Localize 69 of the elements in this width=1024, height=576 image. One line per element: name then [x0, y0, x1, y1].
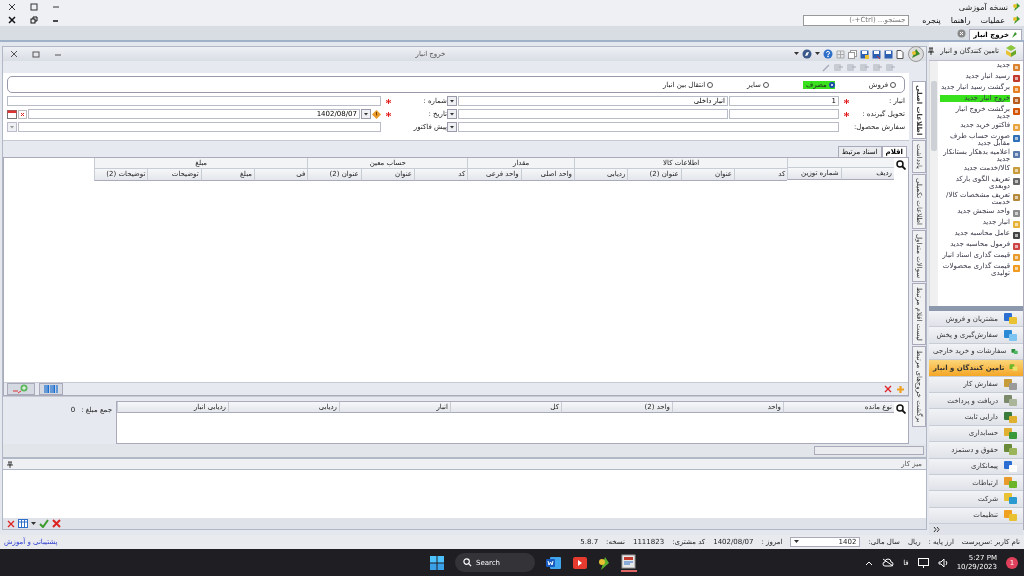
cloud-off-icon[interactable] [882, 558, 895, 567]
search-icon[interactable] [896, 404, 906, 414]
maximize-icon[interactable] [30, 3, 38, 11]
caret-icon[interactable] [794, 540, 800, 544]
caret-icon[interactable] [31, 521, 36, 526]
video-app-icon[interactable] [573, 555, 587, 570]
blocks-icon [1003, 443, 1019, 457]
menu-item[interactable]: پنجره [919, 15, 944, 25]
chevron-up-icon[interactable] [865, 559, 874, 566]
close-icon[interactable] [8, 16, 16, 24]
blocks-icon [1003, 410, 1019, 424]
maximize-icon[interactable] [32, 50, 40, 58]
caret-icon[interactable] [815, 52, 820, 56]
windows-icon[interactable] [430, 555, 444, 570]
blocks-icon [1003, 312, 1019, 326]
monitor-icon[interactable] [917, 557, 929, 568]
search-icon[interactable] [896, 160, 906, 170]
dropdown-button[interactable] [447, 109, 457, 119]
barcode-icon[interactable] [39, 383, 63, 395]
pin-icon[interactable] [928, 47, 935, 55]
save-icon[interactable] [884, 49, 893, 59]
search-icon [463, 558, 472, 567]
check-icon[interactable] [39, 519, 49, 528]
close-icon[interactable] [10, 50, 18, 58]
app-logo-icon [1012, 2, 1021, 12]
help-icon[interactable] [823, 49, 833, 59]
warning-icon [372, 109, 381, 119]
copy-icon[interactable] [848, 49, 857, 59]
scrollbar[interactable] [929, 61, 938, 306]
blocks-icon [1003, 426, 1019, 440]
code-field[interactable] [729, 109, 839, 119]
cancel-icon[interactable] [52, 519, 61, 528]
app-logo-icon [908, 46, 924, 62]
calendar-icon[interactable] [7, 109, 17, 119]
dropdown-button[interactable] [447, 122, 457, 132]
new-document-icon[interactable] [896, 49, 904, 59]
menu-item[interactable]: راهنما [947, 15, 974, 25]
blocks-icon [1003, 508, 1019, 522]
blocks-icon [1003, 394, 1019, 408]
app-window-icon[interactable] [621, 553, 637, 572]
speaker-icon[interactable] [937, 557, 948, 568]
app-title: نسخه آموزشی [958, 2, 1008, 12]
save-icon[interactable] [860, 49, 869, 59]
clear-icon[interactable] [18, 109, 27, 119]
dropdown-button[interactable] [447, 96, 457, 106]
number-field[interactable] [7, 96, 381, 106]
blocks-icon [1003, 328, 1019, 342]
pin-icon[interactable] [7, 460, 13, 468]
scrollbar[interactable] [814, 446, 924, 455]
double-chevron-icon[interactable] [933, 526, 940, 534]
blocks-icon [1003, 459, 1019, 473]
app-logo-icon [1012, 15, 1021, 25]
table-icon[interactable] [18, 519, 28, 528]
restore-icon[interactable] [30, 16, 38, 24]
menu-item[interactable]: عملیات [977, 15, 1008, 25]
app-logo-icon [1011, 31, 1018, 39]
proforma-field[interactable] [18, 122, 381, 132]
compass-icon[interactable] [802, 49, 812, 59]
delete-icon[interactable] [884, 385, 892, 393]
blocks-icon [1003, 492, 1019, 506]
save-icon[interactable] [872, 49, 881, 59]
dropdown-button[interactable] [361, 109, 371, 119]
name-field[interactable] [458, 109, 728, 119]
document-app-icon[interactable] [546, 555, 562, 570]
order-field[interactable] [458, 122, 839, 132]
blocks-icon [1003, 377, 1019, 391]
close-icon[interactable] [8, 3, 16, 11]
blocks-icon [1003, 476, 1019, 490]
caret-icon[interactable] [794, 52, 799, 56]
